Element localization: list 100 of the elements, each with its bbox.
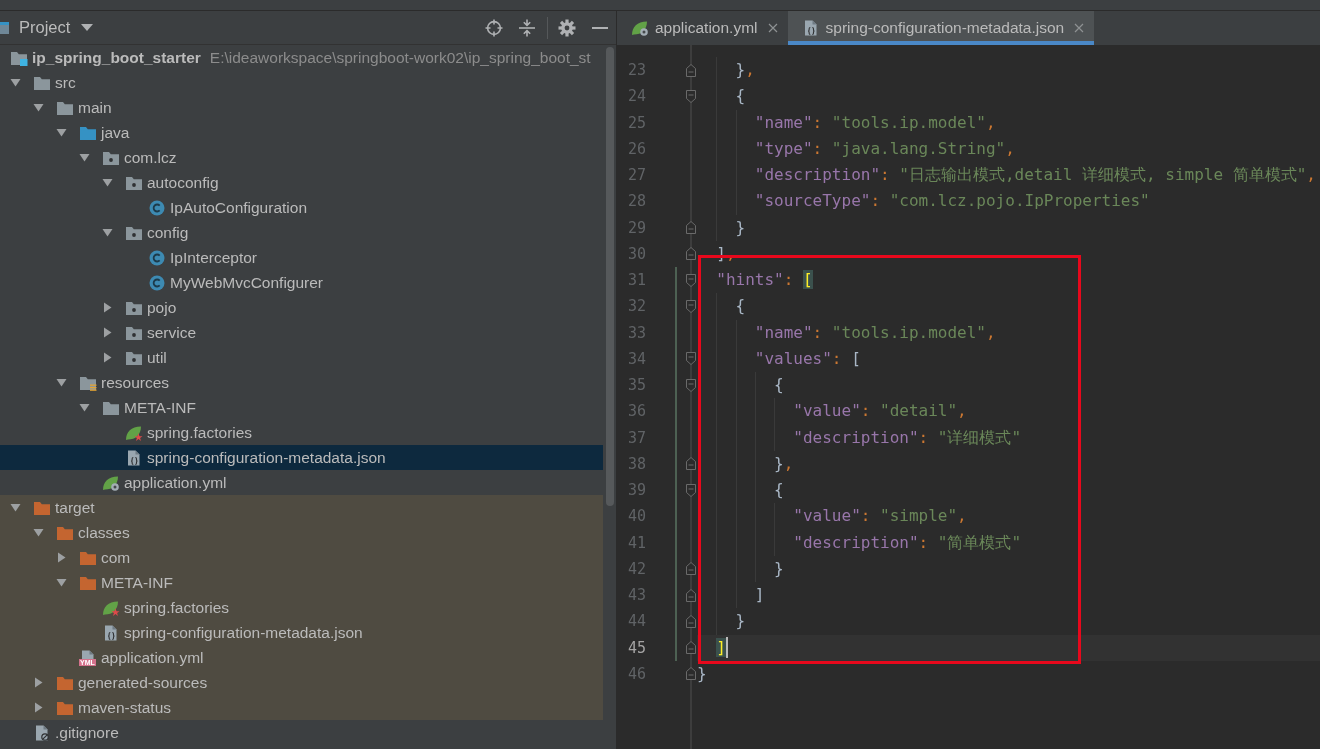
tree-item[interactable]: com bbox=[0, 545, 603, 570]
down-triangle-icon[interactable] bbox=[33, 527, 44, 538]
fold-marker-icon[interactable] bbox=[686, 588, 696, 602]
down-triangle-icon[interactable] bbox=[33, 102, 44, 113]
tree-item[interactable]: spring-configuration-metadata.json bbox=[0, 620, 603, 645]
scrollbar-thumb[interactable] bbox=[606, 47, 614, 506]
crosshair-icon[interactable] bbox=[485, 18, 503, 37]
down-triangle-icon[interactable] bbox=[79, 402, 90, 413]
code-line: } bbox=[697, 662, 707, 685]
right-triangle-icon[interactable] bbox=[102, 352, 113, 363]
dotted-folder-icon bbox=[125, 299, 143, 316]
code-line: }, bbox=[697, 450, 794, 477]
settings-icon[interactable] bbox=[558, 18, 576, 37]
fold-marker-icon[interactable] bbox=[686, 378, 696, 392]
right-triangle-icon[interactable] bbox=[56, 552, 67, 563]
code-line: "name": "tools.ip.model", bbox=[697, 319, 996, 346]
code-line: "hints": [ bbox=[715, 269, 813, 291]
tree-item[interactable]: .gitignore bbox=[0, 720, 603, 745]
fold-marker-icon[interactable] bbox=[686, 63, 696, 77]
right-triangle-icon[interactable] bbox=[33, 677, 44, 688]
fold-marker-icon[interactable] bbox=[686, 273, 696, 287]
tree-item[interactable]: IpAutoConfiguration bbox=[0, 195, 603, 220]
window-icon[interactable] bbox=[0, 20, 9, 35]
tree-item[interactable]: spring.factories bbox=[0, 595, 603, 620]
right-triangle-icon[interactable] bbox=[102, 302, 113, 313]
tree-item[interactable]: java bbox=[0, 120, 603, 145]
down-triangle-icon[interactable] bbox=[56, 377, 67, 388]
code-line: "value": "simple", bbox=[697, 503, 967, 530]
view-dropdown[interactable]: Project bbox=[19, 18, 94, 37]
tree-item[interactable]: MyWebMvcConfigurer bbox=[0, 270, 603, 295]
close-icon[interactable] bbox=[1074, 23, 1085, 33]
tree-item[interactable]: config bbox=[0, 220, 603, 245]
close-icon[interactable] bbox=[767, 23, 778, 33]
dotted-folder-icon bbox=[125, 224, 143, 241]
line-number: 31 bbox=[626, 270, 647, 291]
leaf-star-icon bbox=[102, 599, 120, 616]
tree-item[interactable]: pojo bbox=[0, 295, 603, 320]
editor-tab[interactable]: application.yml bbox=[617, 11, 788, 45]
right-triangle-icon[interactable] bbox=[33, 702, 44, 713]
tree-item[interactable]: service bbox=[0, 320, 603, 345]
tree-item[interactable]: IpInterceptor bbox=[0, 245, 603, 270]
tree-item[interactable]: spring-configuration-metadata.json bbox=[0, 445, 603, 470]
down-triangle-icon[interactable] bbox=[56, 127, 67, 138]
leaf-gear-icon bbox=[102, 474, 120, 491]
tree-item[interactable]: maven-status bbox=[0, 695, 603, 720]
down-triangle-icon[interactable] bbox=[56, 577, 67, 588]
tree-item[interactable]: classes bbox=[0, 520, 603, 545]
code-line: "description": "详细模式" bbox=[697, 424, 1022, 451]
code-line: "description": "日志输出模式,detail 详细模式, simple 简单模式", bbox=[697, 162, 1316, 189]
text-cursor bbox=[725, 637, 728, 659]
down-triangle-icon[interactable] bbox=[10, 502, 21, 513]
tree-item[interactable]: ip_spring_boot_starter E:\ideaworkspace\springboot-work02\ip_spring_boot_st bbox=[0, 45, 603, 70]
line-number: 35 bbox=[626, 375, 647, 396]
fold-marker-icon[interactable] bbox=[686, 614, 696, 628]
code-line: { bbox=[697, 477, 784, 504]
line-number: 26 bbox=[626, 138, 647, 160]
fold-marker-icon[interactable] bbox=[686, 641, 696, 655]
fold-marker-icon[interactable] bbox=[686, 221, 696, 235]
code-line: }, bbox=[697, 57, 755, 84]
line-number: 46 bbox=[626, 663, 647, 685]
right-triangle-icon[interactable] bbox=[102, 327, 113, 338]
tree-item[interactable]: autoconfig bbox=[0, 170, 603, 195]
tree-item[interactable]: META-INF bbox=[0, 395, 603, 420]
line-number: 24 bbox=[626, 86, 647, 108]
tree-item[interactable]: src bbox=[0, 70, 603, 95]
down-triangle-icon[interactable] bbox=[79, 152, 90, 163]
editor-tab[interactable]: spring-configuration-metadata.json bbox=[787, 11, 1095, 45]
fold-marker-icon[interactable] bbox=[686, 667, 696, 681]
code-line: { bbox=[697, 83, 746, 110]
collapse-arrows-icon[interactable] bbox=[518, 18, 536, 37]
tree-item[interactable]: util bbox=[0, 345, 603, 370]
tree-item[interactable]: main bbox=[0, 95, 603, 120]
fold-marker-icon[interactable] bbox=[686, 352, 696, 366]
caret-icon[interactable] bbox=[81, 24, 94, 31]
tree-item[interactable]: resources bbox=[0, 370, 603, 395]
line-number: 44 bbox=[626, 611, 647, 633]
line-number: 39 bbox=[626, 480, 647, 501]
folder-icon bbox=[56, 524, 74, 541]
document-braces-icon bbox=[102, 624, 120, 641]
down-triangle-icon[interactable] bbox=[10, 77, 21, 88]
dotted-folder-icon bbox=[125, 324, 143, 341]
fold-marker-icon[interactable] bbox=[686, 299, 696, 313]
line-number: 34 bbox=[626, 348, 647, 370]
tree-item[interactable]: spring.factories bbox=[0, 420, 603, 445]
tree-item[interactable]: target bbox=[0, 495, 603, 520]
tree-item[interactable]: com.lcz bbox=[0, 145, 603, 170]
line-number: 32 bbox=[626, 296, 647, 318]
document-blocked-icon bbox=[33, 724, 51, 741]
down-triangle-icon[interactable] bbox=[102, 177, 113, 188]
tree-item[interactable]: application.yml bbox=[0, 470, 603, 495]
fold-marker-icon[interactable] bbox=[686, 457, 696, 471]
tree-item[interactable]: META-INF bbox=[0, 570, 603, 595]
folder-icon bbox=[79, 574, 97, 591]
tree-item[interactable]: generated-sources bbox=[0, 670, 603, 695]
fold-marker-icon[interactable] bbox=[686, 89, 696, 103]
down-triangle-icon[interactable] bbox=[102, 227, 113, 238]
fold-marker-icon[interactable] bbox=[686, 562, 696, 576]
fold-marker-icon[interactable] bbox=[686, 483, 696, 497]
fold-marker-icon[interactable] bbox=[686, 247, 696, 261]
code-line: } bbox=[697, 608, 746, 635]
